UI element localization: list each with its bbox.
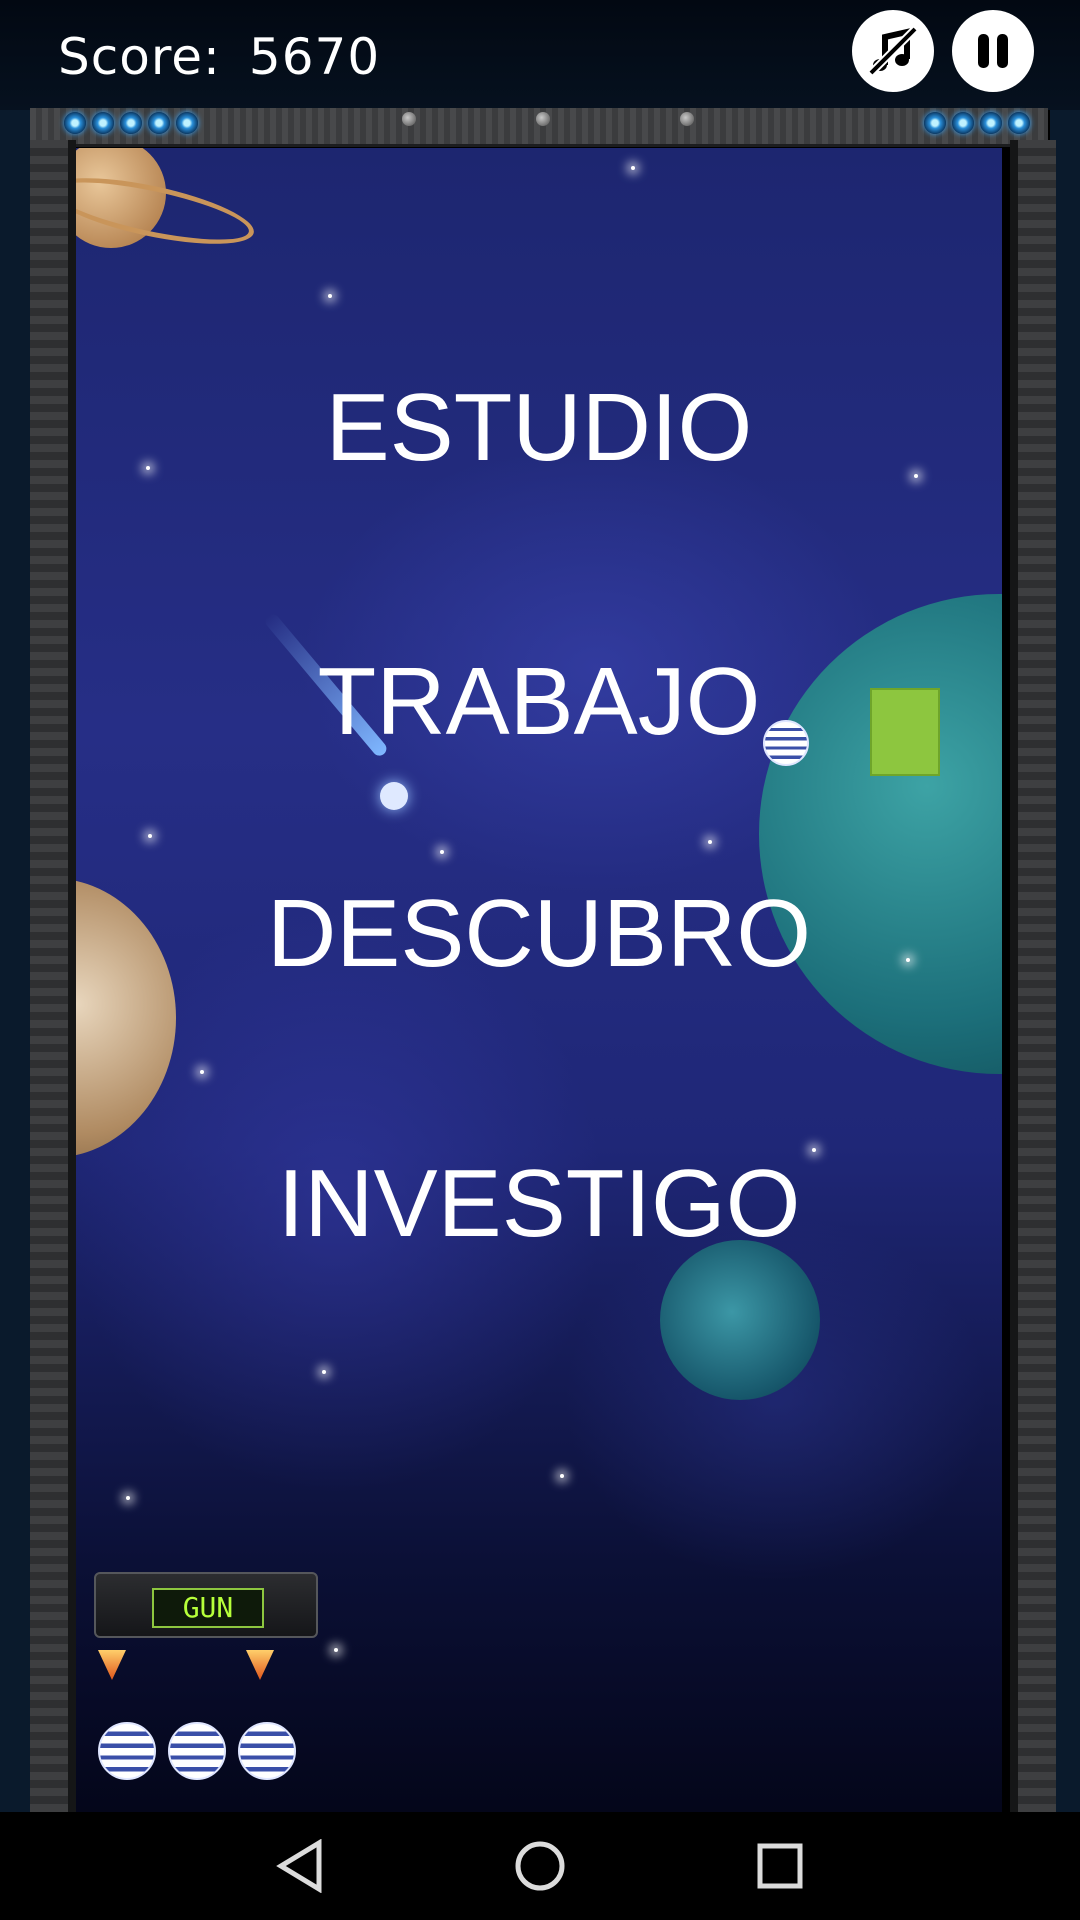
star [631,166,635,170]
light-icon [952,112,974,134]
star [812,1148,816,1152]
light-icon [120,112,142,134]
light-icon [924,112,946,134]
blue-planet [660,1240,820,1400]
android-nav-bar [0,1812,1080,1920]
light-icon [148,112,170,134]
music-muted-icon [868,26,918,76]
nav-back-button[interactable] [270,1836,330,1896]
top-hud: Score: 5670 [0,0,1080,110]
recents-icon [757,1843,803,1889]
nav-home-button[interactable] [510,1836,570,1896]
music-toggle-button[interactable] [852,10,934,92]
home-icon [515,1841,565,1891]
right-wall [1010,140,1056,1812]
light-icon [1008,112,1030,134]
star [334,1648,338,1652]
light-icon [92,112,114,134]
life-ball-icon [168,1722,226,1780]
game-playfield[interactable]: ESTUDIO TRABAJO DESCUBRO INVESTIGO GUN [76,148,1002,1812]
star [440,850,444,854]
comet [380,782,408,810]
score-value: 5670 [248,28,381,86]
star [328,294,332,298]
word-option[interactable]: TRABAJO [76,654,1002,750]
bolt-icon [680,112,694,126]
thruster-flame-icon [246,1650,274,1680]
bolt-icon [402,112,416,126]
right-lights [924,112,1030,134]
word-option[interactable]: ESTUDIO [76,380,1002,476]
game-ball [763,720,809,766]
light-icon [176,112,198,134]
left-lights [64,112,198,134]
star [560,1474,564,1478]
nav-recents-button[interactable] [750,1836,810,1896]
life-ball-icon [238,1722,296,1780]
ship-label: GUN [152,1588,264,1628]
thruster-flame-icon [98,1650,126,1680]
word-option[interactable]: DESCUBRO [76,886,1002,982]
star [200,1070,204,1074]
score-display: Score: 5670 [58,28,380,86]
back-icon [276,1839,322,1893]
pause-icon [978,34,1008,68]
word-option[interactable]: INVESTIGO [76,1156,1002,1252]
pause-button[interactable] [952,10,1034,92]
left-wall [30,140,76,1812]
light-icon [64,112,86,134]
green-block [870,688,940,776]
life-ball-icon [98,1722,156,1780]
light-icon [980,112,1002,134]
left-border [0,0,30,1812]
player-ship[interactable]: GUN [94,1572,318,1638]
star [126,1496,130,1500]
star [148,834,152,838]
score-label: Score: [58,28,221,86]
bolt-icon [536,112,550,126]
star [708,840,712,844]
star [322,1370,326,1374]
